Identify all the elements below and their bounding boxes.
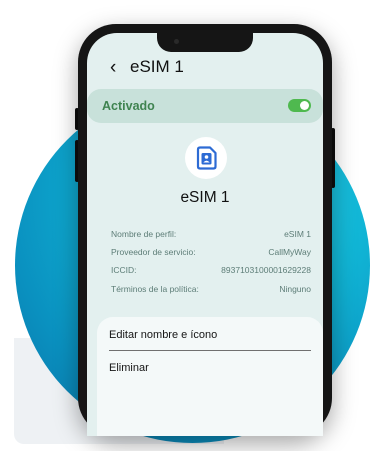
delete-button[interactable]: Eliminar	[109, 362, 149, 374]
activation-toggle[interactable]	[288, 99, 311, 112]
sim-profile-name: eSIM 1	[180, 189, 230, 206]
sim-profile-avatar	[185, 137, 227, 179]
app-header: ‹ eSIM 1	[110, 57, 184, 77]
info-value: 8937103100001629228	[221, 265, 311, 275]
sim-card-contact-icon	[196, 146, 217, 170]
phone-screen: ‹ eSIM 1 Activado eSIM 1 Nombre de perfi…	[87, 33, 323, 436]
marketing-stage: ‹ eSIM 1 Activado eSIM 1 Nombre de perfi…	[0, 0, 386, 451]
phone-notch	[157, 33, 253, 52]
chevron-left-icon[interactable]: ‹	[110, 58, 120, 77]
info-key: Términos de la política:	[111, 284, 199, 294]
toggle-knob	[300, 101, 309, 110]
activation-label: Activado	[102, 99, 155, 113]
info-key: Nombre de perfil:	[111, 229, 177, 239]
actions-card: Editar nombre e ícono Eliminar	[97, 317, 323, 436]
front-camera	[174, 39, 179, 44]
actions-divider	[109, 350, 311, 351]
info-row-service-provider: Proveedor de servicio: CallMyWay	[111, 247, 311, 261]
activation-row[interactable]: Activado	[87, 89, 323, 123]
page-title: eSIM 1	[130, 57, 184, 76]
info-row-iccid: ICCID: 8937103100001629228	[111, 265, 311, 279]
info-key: Proveedor de servicio:	[111, 247, 196, 257]
info-value: eSIM 1	[284, 229, 311, 239]
info-value: CallMyWay	[268, 247, 311, 257]
info-value: Ninguno	[279, 284, 311, 294]
info-row-policy-terms: Términos de la política: Ninguno	[111, 284, 311, 298]
info-key: ICCID:	[111, 265, 137, 275]
edit-name-icon-button[interactable]: Editar nombre e ícono	[109, 329, 217, 341]
info-row-profile-name: Nombre de perfil: eSIM 1	[111, 229, 311, 243]
